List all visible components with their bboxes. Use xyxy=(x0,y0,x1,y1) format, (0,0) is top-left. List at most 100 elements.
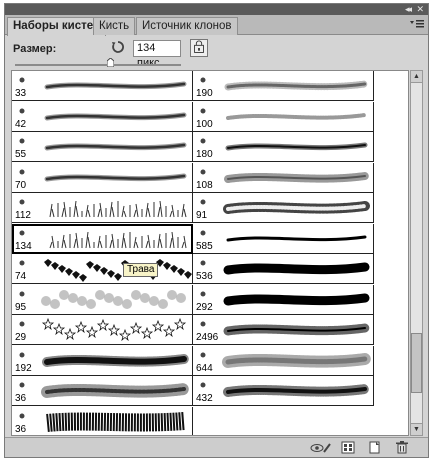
brush-stroke-preview xyxy=(19,138,187,151)
new-preset-icon[interactable] xyxy=(368,441,382,454)
brush-tip-icon xyxy=(200,199,206,205)
collapse-icon[interactable]: ◂◂ xyxy=(405,4,412,15)
brush-size-label: 29 xyxy=(15,332,27,343)
brush-stroke-preview xyxy=(19,259,192,282)
brush-preset-item[interactable]: 70 xyxy=(12,162,193,193)
brush-preset-item[interactable]: 95 xyxy=(12,284,193,315)
brush-preset-item[interactable]: 55 xyxy=(12,132,193,162)
brush-preset-item[interactable]: 74 xyxy=(12,254,193,284)
brush-stroke-preview xyxy=(19,317,187,342)
brush-stroke-preview xyxy=(19,169,187,181)
panel-menu-icon[interactable] xyxy=(410,19,424,29)
brush-preset-item[interactable]: 36 xyxy=(12,376,193,406)
brush-tip-icon xyxy=(200,169,206,174)
brush-stroke-preview xyxy=(19,289,186,309)
trash-icon[interactable] xyxy=(395,441,409,454)
scroll-up-arrow-icon[interactable]: ▲ xyxy=(411,71,422,83)
brush-size-label: 180 xyxy=(196,149,213,160)
scroll-thumb[interactable] xyxy=(411,333,422,393)
brush-size-label: 36 xyxy=(15,423,27,435)
brush-size-label: 74 xyxy=(15,271,27,282)
brush-tip-icon xyxy=(19,291,25,296)
brush-size-label: 42 xyxy=(15,118,27,130)
reset-size-icon[interactable] xyxy=(111,40,125,54)
brush-tip-icon xyxy=(200,260,206,266)
brush-size-label: 33 xyxy=(15,88,27,99)
brush-size-label: 644 xyxy=(196,362,213,374)
brush-stroke-preview xyxy=(200,199,370,214)
brush-stroke-preview xyxy=(19,230,187,248)
brush-stroke-preview xyxy=(200,321,370,336)
brush-size-label: 70 xyxy=(15,179,27,191)
brush-tip-icon xyxy=(200,230,206,235)
brush-size-label: 2496 xyxy=(196,332,219,343)
brush-stroke-preview xyxy=(200,230,367,241)
brush-size-label: 100 xyxy=(196,118,213,130)
brush-tip-icon xyxy=(19,108,25,113)
tab-clone-source[interactable]: Источник клонов xyxy=(136,17,238,35)
size-slider-thumb[interactable] xyxy=(106,58,114,67)
brush-preset-item[interactable]: 432 xyxy=(193,376,374,406)
brush-preset-item[interactable]: 29 xyxy=(12,315,193,345)
brush-preset-item[interactable]: 585 xyxy=(193,223,374,254)
size-slider[interactable] xyxy=(15,64,181,66)
brush-preset-list: 33 190 42 100 55 180 70 108 112 91 134 585 74 536 95 29… xyxy=(11,70,409,436)
scrollbar[interactable]: ▲ ▼ xyxy=(410,70,423,436)
brush-preset-item[interactable]: 536 xyxy=(193,254,374,284)
brush-presets-panel: ◂◂ ✕ Наборы кистей Кисть Источник клонов… xyxy=(4,3,429,458)
brush-sample-icon[interactable] xyxy=(190,39,208,57)
brush-tip-icon xyxy=(19,138,25,144)
brush-size-label: 134 xyxy=(15,240,32,252)
tab-brush-presets[interactable]: Наборы кистей xyxy=(7,17,107,36)
brush-tip-icon xyxy=(200,352,206,357)
brush-preset-item[interactable]: 180 xyxy=(193,132,374,162)
brush-tip-icon xyxy=(200,382,206,388)
brush-preset-item[interactable]: 36 xyxy=(12,406,193,435)
brush-preset-item[interactable]: 42 xyxy=(12,101,193,132)
brush-size-label: 585 xyxy=(196,240,213,252)
brush-preset-item[interactable]: 108 xyxy=(193,162,374,193)
brush-size-label: 108 xyxy=(196,179,213,191)
tab-brush[interactable]: Кисть xyxy=(93,17,136,35)
brush-tip-icon xyxy=(19,413,25,418)
tab-bar: Наборы кистей Кисть Источник клонов xyxy=(5,15,428,36)
brush-stroke-preview xyxy=(200,352,371,368)
brush-stroke-preview xyxy=(19,77,187,90)
brush-stroke-preview xyxy=(200,169,369,183)
eye-brush-icon[interactable] xyxy=(310,441,332,454)
brush-stroke-preview xyxy=(19,382,190,398)
brush-tip-icon xyxy=(19,199,25,205)
brush-tip-icon xyxy=(200,138,206,144)
size-input[interactable]: 134 пикс. xyxy=(133,40,181,69)
brush-tip-icon xyxy=(19,260,25,266)
brush-preset-item[interactable]: 112 xyxy=(12,193,193,223)
brush-stroke-preview xyxy=(200,291,370,305)
brush-preset-item[interactable]: 2496 xyxy=(193,315,374,345)
brush-preset-item[interactable]: 292 xyxy=(193,284,374,315)
brush-preset-item[interactable]: 91 xyxy=(193,193,374,223)
brush-preset-item[interactable]: 134 xyxy=(12,223,193,254)
brush-tip-icon xyxy=(19,352,25,357)
brush-preset-item[interactable]: 190 xyxy=(193,71,374,101)
close-icon[interactable]: ✕ xyxy=(416,4,424,15)
brush-size-label: 536 xyxy=(196,271,213,282)
brush-stroke-preview xyxy=(19,352,189,367)
brush-stroke-preview xyxy=(19,199,187,218)
brush-tip-icon xyxy=(19,77,25,83)
brush-stroke-preview xyxy=(200,382,370,397)
brush-preset-item[interactable]: 192 xyxy=(12,345,193,376)
brush-tip-icon xyxy=(200,77,206,83)
size-label: Размер: xyxy=(13,43,57,55)
brush-preset-item[interactable]: 33 xyxy=(12,71,193,101)
brush-size-label: 292 xyxy=(196,301,213,313)
tooltip: Трава xyxy=(123,263,159,277)
brush-stroke-preview xyxy=(200,138,368,151)
brush-stroke-preview xyxy=(19,108,187,120)
brush-tip-icon xyxy=(19,382,25,388)
scroll-down-arrow-icon[interactable]: ▼ xyxy=(411,423,422,435)
brush-preset-item[interactable]: 100 xyxy=(193,101,374,132)
grid-panel-icon[interactable] xyxy=(341,441,355,454)
brush-tip-icon xyxy=(19,169,25,174)
brush-size-label: 55 xyxy=(15,149,27,160)
brush-preset-item[interactable]: 644 xyxy=(193,345,374,376)
